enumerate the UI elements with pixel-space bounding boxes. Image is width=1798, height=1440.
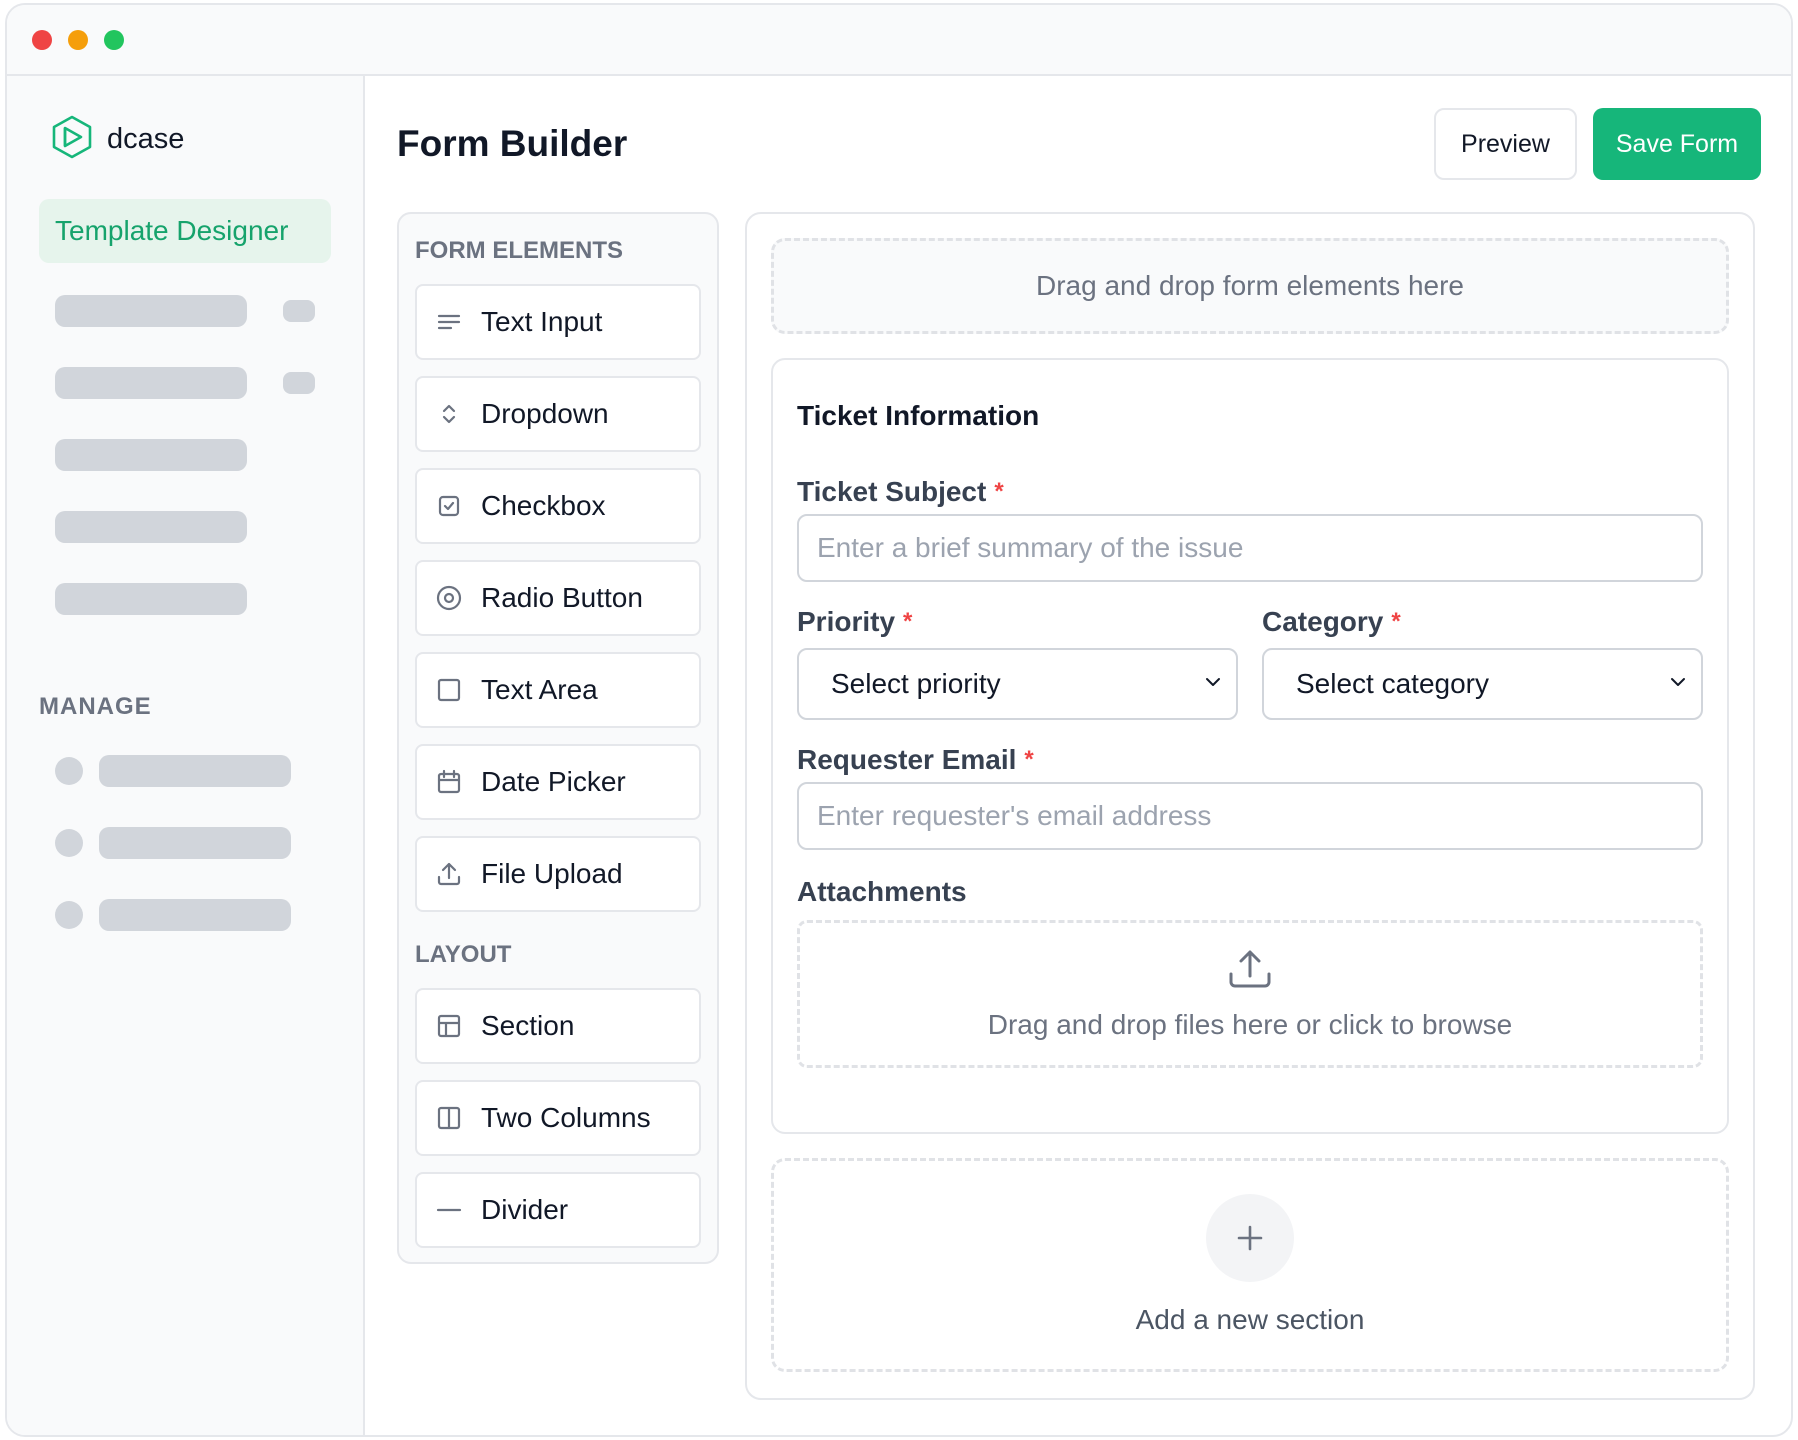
divider-icon — [435, 1196, 463, 1224]
priority-select-value: Select priority — [831, 668, 1001, 699]
palette-item-label: Date Picker — [481, 766, 626, 797]
sidebar-item-placeholder[interactable] — [39, 295, 331, 327]
ticket-subject-label-text: Ticket Subject — [797, 476, 987, 507]
lines-icon — [435, 308, 463, 336]
ticket-subject-input[interactable] — [797, 514, 1703, 582]
square-icon — [435, 676, 463, 704]
palette-item-text-area[interactable]: Text Area — [415, 652, 701, 728]
palette-item-label: Text Area — [481, 674, 598, 705]
maximize-window-button[interactable] — [104, 29, 124, 50]
required-marker: * — [1024, 746, 1034, 773]
palette-item-section[interactable]: Section — [415, 988, 701, 1064]
form-elements-palette: FORM ELEMENTS Text Input Dropdown Checkb… — [397, 212, 719, 1264]
save-form-button[interactable]: Save Form — [1593, 108, 1761, 180]
app-window: dcase Template Designer MANAGE Form Buil… — [5, 3, 1793, 1437]
calendar-icon — [435, 768, 463, 796]
form-section[interactable]: Ticket Information Ticket Subject * Prio… — [771, 358, 1729, 1134]
chevron-down-icon — [1202, 668, 1224, 700]
sidebar-item-placeholder[interactable] — [39, 511, 331, 543]
form-dropzone[interactable]: Drag and drop form elements here — [771, 238, 1729, 334]
palette-item-label: Divider — [481, 1194, 569, 1225]
attachments-dropzone[interactable]: Drag and drop files here or click to bro… — [797, 920, 1703, 1068]
required-marker: * — [903, 608, 913, 635]
minimize-window-button[interactable] — [68, 29, 88, 50]
add-section-text: Add a new section — [1135, 1304, 1365, 1335]
form-canvas: Drag and drop form elements here Ticket … — [745, 212, 1755, 1400]
palette-item-label: Text Input — [481, 306, 603, 337]
brand[interactable]: dcase — [51, 115, 331, 164]
checkbox-icon — [435, 492, 463, 520]
section-title: Ticket Information — [797, 400, 1040, 431]
palette-item-label: Section — [481, 1010, 575, 1041]
header: Form Builder Preview Save Form — [397, 76, 1761, 212]
title-bar — [7, 5, 1791, 76]
priority-label: Priority * — [797, 606, 1238, 638]
palette-item-file-upload[interactable]: File Upload — [415, 836, 701, 912]
manage-item-placeholder[interactable] — [39, 899, 331, 931]
main-content: Form Builder Preview Save Form FORM ELEM… — [365, 76, 1791, 1435]
sidebar: dcase Template Designer MANAGE — [7, 76, 365, 1435]
palette-item-checkbox[interactable]: Checkbox — [415, 468, 701, 544]
category-label: Category * — [1262, 606, 1703, 638]
preview-button[interactable]: Preview — [1434, 108, 1577, 180]
attachments-dropzone-text: Drag and drop files here or click to bro… — [987, 1008, 1513, 1040]
radio-icon — [435, 584, 463, 612]
requester-email-label: Requester Email * — [797, 744, 1703, 776]
category-label-text: Category — [1262, 606, 1384, 637]
add-section-button[interactable]: Add a new section — [771, 1158, 1729, 1372]
requester-email-input[interactable] — [797, 782, 1703, 850]
palette-item-label: Two Columns — [481, 1102, 651, 1133]
logo-icon — [51, 115, 93, 164]
requester-email-label-text: Requester Email — [797, 744, 1017, 775]
palette-item-text-input[interactable]: Text Input — [415, 284, 701, 360]
palette-item-divider[interactable]: Divider — [415, 1172, 701, 1248]
palette-item-label: Radio Button — [481, 582, 643, 613]
section-layout-icon — [435, 1012, 463, 1040]
required-marker: * — [1391, 608, 1401, 635]
category-select-value: Select category — [1296, 668, 1489, 699]
palette-item-label: Checkbox — [481, 490, 606, 521]
category-select[interactable]: Select category — [1262, 648, 1703, 720]
page-title: Form Builder — [397, 123, 628, 164]
palette-item-label: File Upload — [481, 858, 623, 889]
upload-icon — [435, 860, 463, 888]
manage-item-placeholder[interactable] — [39, 755, 331, 787]
sidebar-item-placeholder[interactable] — [39, 439, 331, 471]
manage-heading: MANAGE — [39, 693, 152, 720]
sidebar-item-placeholder[interactable] — [39, 583, 331, 615]
priority-label-text: Priority — [797, 606, 896, 637]
required-marker: * — [994, 478, 1004, 505]
layout-heading: LAYOUT — [415, 941, 512, 968]
palette-item-date-picker[interactable]: Date Picker — [415, 744, 701, 820]
palette-item-dropdown[interactable]: Dropdown — [415, 376, 701, 452]
sidebar-item-template-designer[interactable]: Template Designer — [39, 199, 331, 263]
close-window-button[interactable] — [32, 29, 52, 50]
sidebar-item-placeholder[interactable] — [39, 367, 331, 399]
plus-icon — [1206, 1194, 1294, 1282]
palette-item-label: Dropdown — [481, 398, 609, 429]
chevron-down-icon — [1667, 668, 1689, 700]
two-columns-icon — [435, 1104, 463, 1132]
chevron-up-down-icon — [435, 400, 463, 428]
attachments-label: Attachments — [797, 876, 967, 907]
upload-icon — [1228, 948, 1272, 997]
manage-item-placeholder[interactable] — [39, 827, 331, 859]
ticket-subject-label: Ticket Subject * — [797, 476, 1703, 508]
brand-name: dcase — [107, 122, 185, 155]
palette-item-radio-button[interactable]: Radio Button — [415, 560, 701, 636]
form-elements-heading: FORM ELEMENTS — [415, 237, 623, 264]
priority-select[interactable]: Select priority — [797, 648, 1238, 720]
dropzone-text: Drag and drop form elements here — [1036, 270, 1464, 301]
palette-item-two-columns[interactable]: Two Columns — [415, 1080, 701, 1156]
